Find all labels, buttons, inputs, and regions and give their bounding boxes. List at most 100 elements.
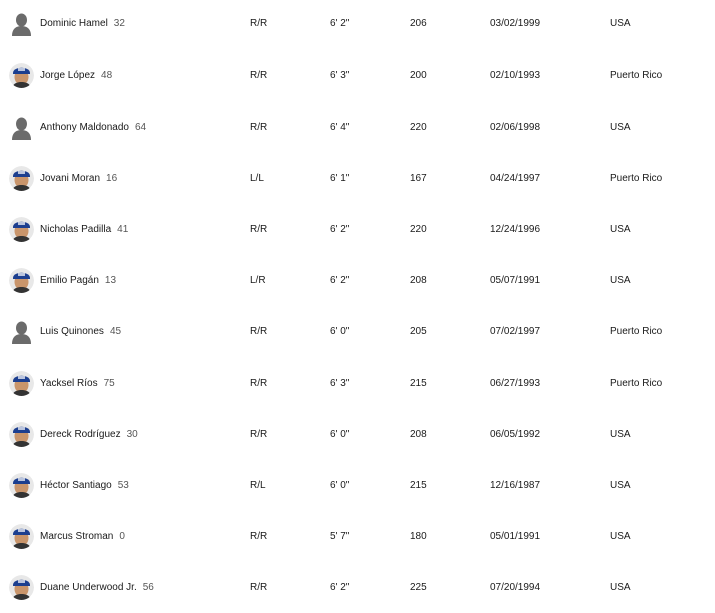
- bats-throws: R/R: [250, 429, 268, 440]
- player-name[interactable]: Emilio Pagán: [40, 275, 99, 286]
- player-name-link[interactable]: Nicholas Padilla 41: [40, 224, 128, 235]
- weight: 220: [410, 224, 427, 235]
- date-of-birth: 07/20/1994: [490, 582, 541, 593]
- table-row[interactable]: Jorge López 48 R/R 6' 3" 200 02/10/1993 Puerto…: [0, 51, 715, 101]
- weight: 208: [410, 429, 427, 440]
- table-row[interactable]: Duane Underwood Jr. 56 R/R 6' 2" 225 07/20/19…: [0, 563, 715, 613]
- player-name[interactable]: Jovani Moran: [40, 173, 100, 184]
- height: 6' 2": [330, 18, 350, 29]
- table-row[interactable]: Marcus Stroman 0 R/R 5' 7" 180 05/01/1991 USA: [0, 512, 715, 562]
- table-row[interactable]: Nicholas Padilla 41 R/R 6' 2" 220 12/24/1996 U…: [0, 205, 715, 255]
- player-name-link[interactable]: Jovani Moran 16: [40, 173, 117, 184]
- height: 6' 3": [330, 378, 350, 389]
- player-name-link[interactable]: Duane Underwood Jr. 56: [40, 582, 154, 593]
- silhouette-icon[interactable]: [9, 319, 34, 344]
- birthplace: USA: [610, 429, 631, 440]
- table-row[interactable]: Luis Quinones 45 R/R 6' 0" 205 07/02/1997 Puer…: [0, 307, 715, 357]
- jersey-number: 16: [106, 173, 118, 184]
- player-name-link[interactable]: Héctor Santiago 53: [40, 480, 129, 491]
- player-headshot-icon[interactable]: [9, 371, 34, 396]
- player-headshot-icon[interactable]: [9, 268, 34, 293]
- player-name[interactable]: Luis Quinones: [40, 326, 104, 337]
- bats-throws: R/R: [250, 326, 268, 337]
- player-name-link[interactable]: Marcus Stroman 0: [40, 531, 125, 542]
- player-name[interactable]: Yacksel Ríos: [40, 378, 98, 389]
- table-row[interactable]: Anthony Maldonado 64 R/R 6' 4" 220 02/06/1998…: [0, 103, 715, 153]
- player-name-link[interactable]: Dominic Hamel 32: [40, 18, 125, 29]
- jersey-number: 41: [117, 224, 129, 235]
- birthplace: USA: [610, 122, 631, 133]
- weight: 215: [410, 480, 427, 491]
- player-name-link[interactable]: Anthony Maldonado 64: [40, 122, 146, 133]
- jersey-number: 30: [126, 429, 138, 440]
- birthplace: Puerto Rico: [610, 70, 663, 81]
- table-row[interactable]: Emilio Pagán 13 L/R 6' 2" 208 05/07/1991 USA: [0, 256, 715, 306]
- height: 6' 4": [330, 122, 350, 133]
- date-of-birth: 02/10/1993: [490, 70, 541, 81]
- birthplace: USA: [610, 224, 631, 235]
- weight: 215: [410, 378, 427, 389]
- player-name-link[interactable]: Luis Quinones 45: [40, 326, 121, 337]
- weight: 220: [410, 122, 427, 133]
- player-headshot-icon[interactable]: [9, 166, 34, 191]
- height: 5' 7": [330, 531, 350, 542]
- birthplace: USA: [610, 18, 631, 29]
- jersey-number: 56: [142, 582, 154, 593]
- weight: 206: [410, 18, 427, 29]
- table-row[interactable]: Dominic Hamel 32 R/R 6' 2" 206 03/02/1999 USA: [0, 0, 715, 49]
- table-row[interactable]: Dereck Rodríguez 30 R/R 6' 0" 208 06/05/1992 U…: [0, 410, 715, 460]
- jersey-number: 32: [113, 18, 125, 29]
- player-name[interactable]: Jorge López: [40, 70, 95, 81]
- player-headshot-icon[interactable]: [9, 63, 34, 88]
- player-name[interactable]: Anthony Maldonado: [40, 122, 129, 133]
- player-headshot-icon[interactable]: [9, 217, 34, 242]
- bats-throws: R/R: [250, 378, 268, 389]
- player-name[interactable]: Marcus Stroman: [40, 531, 113, 542]
- player-name[interactable]: Dominic Hamel: [40, 18, 108, 29]
- date-of-birth: 12/24/1996: [490, 224, 541, 235]
- player-name-link[interactable]: Yacksel Ríos 75: [40, 378, 115, 389]
- silhouette-icon[interactable]: [9, 11, 34, 36]
- date-of-birth: 04/24/1997: [490, 173, 541, 184]
- bats-throws: R/R: [250, 70, 268, 81]
- player-headshot-icon[interactable]: [9, 473, 34, 498]
- silhouette-icon[interactable]: [9, 115, 34, 140]
- height: 6' 2": [330, 582, 350, 593]
- weight: 205: [410, 326, 427, 337]
- player-name-link[interactable]: Emilio Pagán 13: [40, 275, 116, 286]
- bats-throws: L/R: [250, 275, 266, 286]
- birthplace: USA: [610, 480, 631, 491]
- player-name-link[interactable]: Dereck Rodríguez 30: [40, 429, 138, 440]
- weight: 225: [410, 582, 427, 593]
- jersey-number: 13: [104, 275, 117, 286]
- birthplace: USA: [610, 582, 631, 593]
- player-name[interactable]: Duane Underwood Jr.: [40, 582, 137, 593]
- height: 6' 2": [330, 224, 350, 235]
- jersey-number: 48: [101, 70, 113, 81]
- birthplace: USA: [610, 531, 631, 542]
- bats-throws: R/R: [250, 18, 268, 29]
- jersey-number: 0: [119, 531, 125, 542]
- date-of-birth: 05/07/1991: [490, 275, 541, 286]
- bats-throws: L/L: [250, 173, 264, 184]
- player-name-link[interactable]: Jorge López 48: [40, 70, 112, 81]
- table-row[interactable]: Yacksel Ríos 75 R/R 6' 3" 215 06/27/1993 Puert…: [0, 359, 715, 409]
- player-headshot-icon[interactable]: [9, 524, 34, 549]
- player-headshot-icon[interactable]: [9, 422, 34, 447]
- player-name[interactable]: Nicholas Padilla: [40, 224, 111, 235]
- player-name[interactable]: Héctor Santiago: [40, 480, 112, 491]
- player-name[interactable]: Dereck Rodríguez: [40, 429, 121, 440]
- weight: 167: [410, 173, 427, 184]
- date-of-birth: 05/01/1991: [490, 531, 541, 542]
- bats-throws: R/R: [250, 122, 268, 133]
- date-of-birth: 12/16/1987: [490, 480, 541, 491]
- table-row[interactable]: Jovani Moran 16 L/L 6' 1" 167 04/24/1997 Puert…: [0, 154, 715, 204]
- date-of-birth: 06/05/1992: [490, 429, 541, 440]
- birthplace: USA: [610, 275, 631, 286]
- height: 6' 0": [330, 429, 350, 440]
- jersey-number: 75: [103, 378, 115, 389]
- table-row[interactable]: Héctor Santiago 53 R/L 6' 0" 215 12/16/1987 US…: [0, 461, 715, 511]
- date-of-birth: 02/06/1998: [490, 122, 541, 133]
- player-headshot-icon[interactable]: [9, 575, 34, 600]
- birthplace: Puerto Rico: [610, 173, 663, 184]
